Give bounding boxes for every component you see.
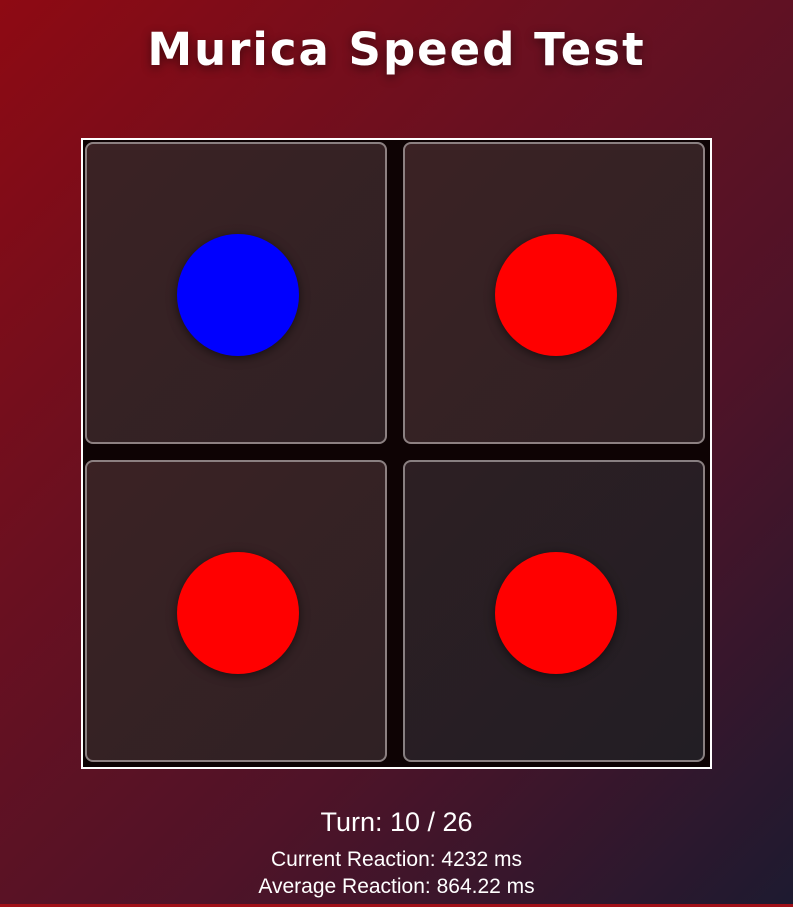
average-reaction: Average Reaction: 864.22 ms — [258, 875, 535, 898]
current-reaction: Current Reaction: 4232 ms — [271, 848, 522, 871]
game-title: Murica Speed Test — [147, 23, 646, 76]
board-cell-3[interactable] — [85, 460, 387, 762]
board-cell-4[interactable] — [403, 460, 705, 762]
target-circle-blue[interactable] — [177, 234, 299, 356]
circle-red[interactable] — [495, 552, 617, 674]
board-cell-1[interactable] — [85, 142, 387, 444]
board-cell-2[interactable] — [403, 142, 705, 444]
circle-red[interactable] — [177, 552, 299, 674]
turn-counter: Turn: 10 / 26 — [320, 807, 473, 837]
circle-red[interactable] — [495, 234, 617, 356]
game-board — [81, 138, 712, 769]
